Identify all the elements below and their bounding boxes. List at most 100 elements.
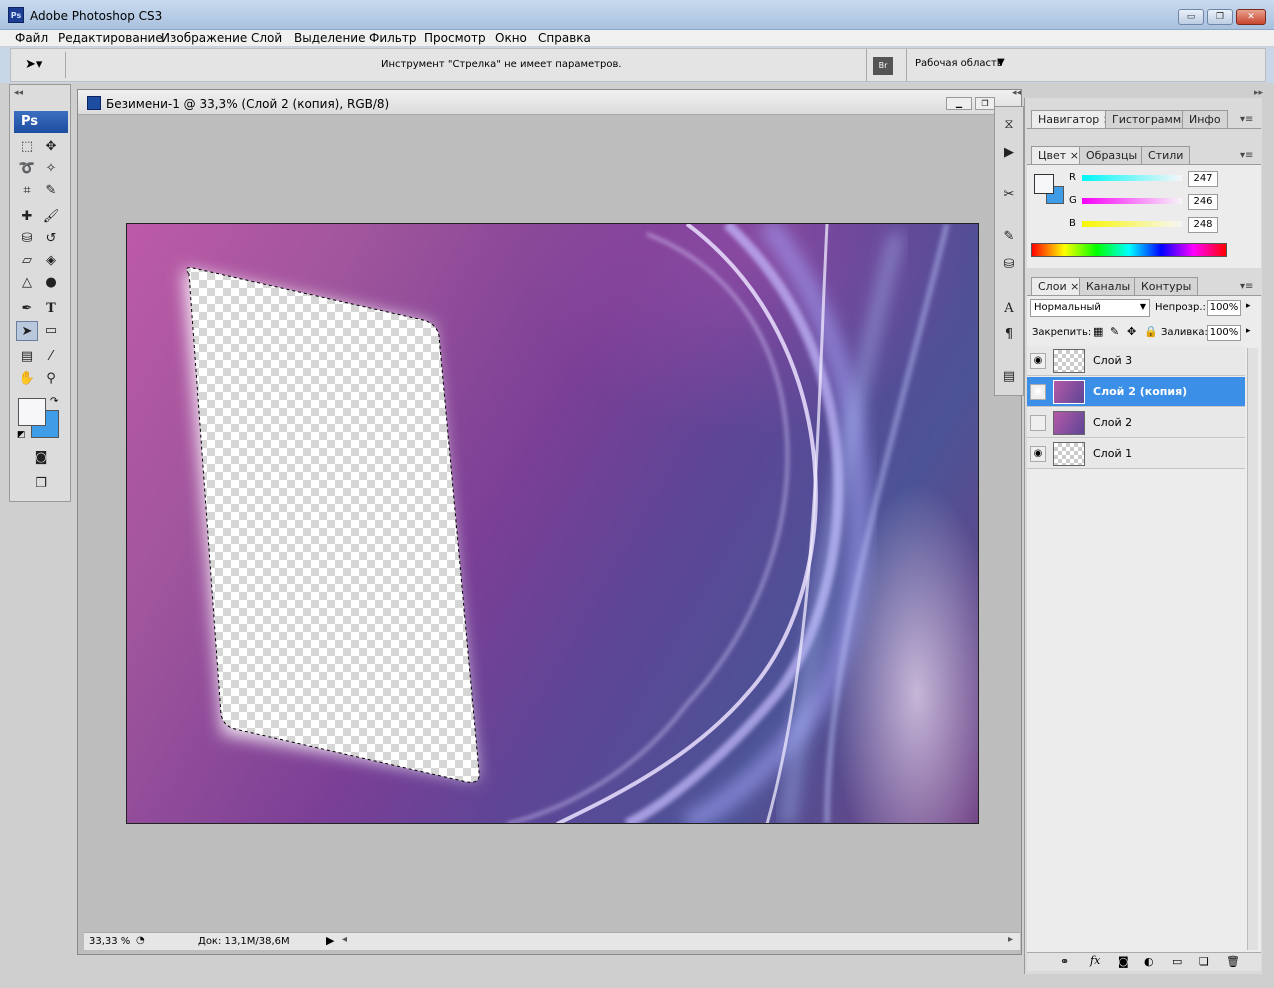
blend-mode-select[interactable]: Нормальный ▼ [1030,299,1150,317]
tab-color[interactable]: Цвет × [1031,146,1086,164]
visibility-off-box[interactable] [1030,415,1046,431]
quick-mask-icon[interactable]: ◙ [30,448,52,468]
visibility-eye-icon[interactable]: ◉ [1030,446,1046,462]
workspace-dropdown-icon[interactable]: ▼ [997,57,1005,68]
opacity-slider-arrow-icon[interactable]: ▸ [1246,301,1251,311]
g-slider[interactable] [1082,198,1182,204]
healing-brush-icon[interactable]: ✚ [16,207,38,227]
screen-mode-icon[interactable]: ❐ [30,474,52,494]
lock-transparency-icon[interactable]: ▦ [1093,325,1103,338]
stamp-tool-icon[interactable]: ⛁ [16,229,38,249]
hand-tool-icon[interactable]: ✋ [16,369,38,389]
history-panel-icon[interactable]: ⧖ [998,115,1020,135]
blur-tool-icon[interactable]: △ [16,273,38,293]
close-button[interactable]: ✕ [1236,9,1266,25]
menu-edit[interactable]: Редактирование [58,31,163,45]
adjustment-layer-icon[interactable]: ◐ [1144,955,1154,968]
default-colors-icon[interactable]: ◩ [17,430,26,440]
close-tab-icon[interactable]: × [1070,149,1079,162]
fill-slider-arrow-icon[interactable]: ▸ [1246,326,1251,336]
doc-minimize-button[interactable]: ▁ [946,97,972,110]
g-value-field[interactable]: 246 [1188,194,1218,210]
minimize-button[interactable]: ▭ [1178,9,1204,25]
layers-scrollbar[interactable] [1247,348,1258,950]
zoom-tool-icon[interactable]: ⚲ [40,369,62,389]
tab-swatches[interactable]: Образцы [1079,146,1145,164]
fill-field[interactable]: 100% [1207,325,1241,341]
actions-panel-icon[interactable]: ▶ [998,143,1020,163]
paint-bucket-icon[interactable]: ◈ [40,251,62,271]
clone-source-panel-icon[interactable]: ⛁ [998,255,1020,275]
image-canvas[interactable] [126,223,979,824]
menu-window[interactable]: Окно [495,31,527,45]
history-brush-icon[interactable]: ↺ [40,229,62,249]
lock-pixels-icon[interactable]: ✎ [1110,325,1119,338]
marquee-tool-icon[interactable]: ⬚ [16,137,38,157]
magic-wand-icon[interactable]: ✧ [40,159,62,179]
eraser-tool-icon[interactable]: ▱ [16,251,38,271]
b-value-field[interactable]: 248 [1188,217,1218,233]
menu-file[interactable]: Файл [15,31,48,45]
add-mask-icon[interactable]: ◙ [1118,955,1129,968]
r-slider[interactable] [1082,175,1182,181]
r-value-field[interactable]: 247 [1188,171,1218,187]
delete-layer-icon[interactable]: 🗑 [1226,955,1240,968]
brush-tool-icon[interactable]: 🖌 [40,207,62,227]
lock-all-icon[interactable]: 🔒 [1144,325,1158,338]
tab-channels[interactable]: Каналы [1079,277,1138,295]
visibility-eye-icon[interactable]: ◉ [1030,353,1046,369]
menu-image[interactable]: Изображение [161,31,247,45]
new-group-icon[interactable]: ▭ [1172,955,1182,968]
scroll-right-icon[interactable]: ▸ [1008,934,1013,945]
menu-help[interactable]: Справка [538,31,591,45]
menu-layer[interactable]: Слой [251,31,282,45]
eyedropper-tool-icon[interactable]: ⁄ [40,347,62,367]
layer-row[interactable]: ◉ Слой 3 [1027,346,1245,376]
menu-select[interactable]: Выделение [294,31,365,45]
pen-tool-icon[interactable]: ✒ [16,299,38,319]
visibility-eye-icon[interactable]: ◉ [1030,384,1046,400]
character-panel-icon[interactable]: A [998,299,1020,319]
menu-filter[interactable]: Фильтр [369,31,416,45]
arrow-tool-preset-icon[interactable]: ➤▾ [25,57,42,72]
type-tool-icon[interactable]: T [40,299,62,319]
color-fg-swatch[interactable] [1034,174,1054,194]
collapse-toolbox-icon[interactable]: ◂◂ [14,88,23,98]
workspace-menu[interactable]: Рабочая область [915,58,1003,69]
close-tab-icon[interactable]: × [1070,280,1079,293]
b-slider[interactable] [1082,221,1182,227]
tab-paths[interactable]: Контуры [1134,277,1199,295]
panel-menu-icon[interactable]: ▾≡ [1240,114,1253,125]
status-menu-arrow-icon[interactable]: ▶ [326,934,334,947]
maximize-button[interactable]: ❐ [1207,9,1233,25]
new-layer-icon[interactable]: ❏ [1199,955,1209,968]
swap-colors-icon[interactable]: ↷ [50,396,58,407]
panel-menu-icon[interactable]: ▾≡ [1240,150,1253,161]
lasso-tool-icon[interactable]: ➰ [16,159,38,179]
paragraph-panel-icon[interactable]: ¶ [998,325,1020,345]
color-spectrum-bar[interactable] [1031,243,1227,257]
brushes-panel-icon[interactable]: ✎ [998,227,1020,247]
rectangle-tool-icon[interactable]: ▭ [40,321,62,341]
tab-styles[interactable]: Стили [1141,146,1191,164]
link-layers-icon[interactable]: ⚭ [1060,955,1069,968]
layer-row[interactable]: Слой 2 [1027,408,1245,438]
notes-tool-icon[interactable]: ▤ [16,347,38,367]
layer-row[interactable]: ◉ Слой 1 [1027,439,1245,469]
layer-row-selected[interactable]: ◉ Слой 2 (копия) [1027,377,1245,407]
layer-style-icon[interactable]: fx [1090,954,1100,967]
slice-tool-icon[interactable]: ✎ [40,181,62,201]
tool-presets-panel-icon[interactable]: ✂ [998,185,1020,205]
scroll-left-icon[interactable]: ◂ [342,934,347,945]
dodge-tool-icon[interactable]: ● [40,273,62,293]
bridge-icon[interactable]: Br [873,57,893,75]
expand-dock-icon[interactable]: ◂◂ [1012,88,1021,98]
zoom-level[interactable]: 33,33 % [89,936,130,947]
crop-tool-icon[interactable]: ⌗ [16,181,38,201]
lock-position-icon[interactable]: ✥ [1127,325,1136,338]
menu-view[interactable]: Просмотр [424,31,486,45]
move-tool-icon[interactable]: ✥ [40,137,62,157]
collapse-dock-icon[interactable]: ▸▸ [1254,88,1263,98]
status-options-icon[interactable]: ◔ [136,935,145,946]
foreground-color-swatch[interactable] [18,398,46,426]
